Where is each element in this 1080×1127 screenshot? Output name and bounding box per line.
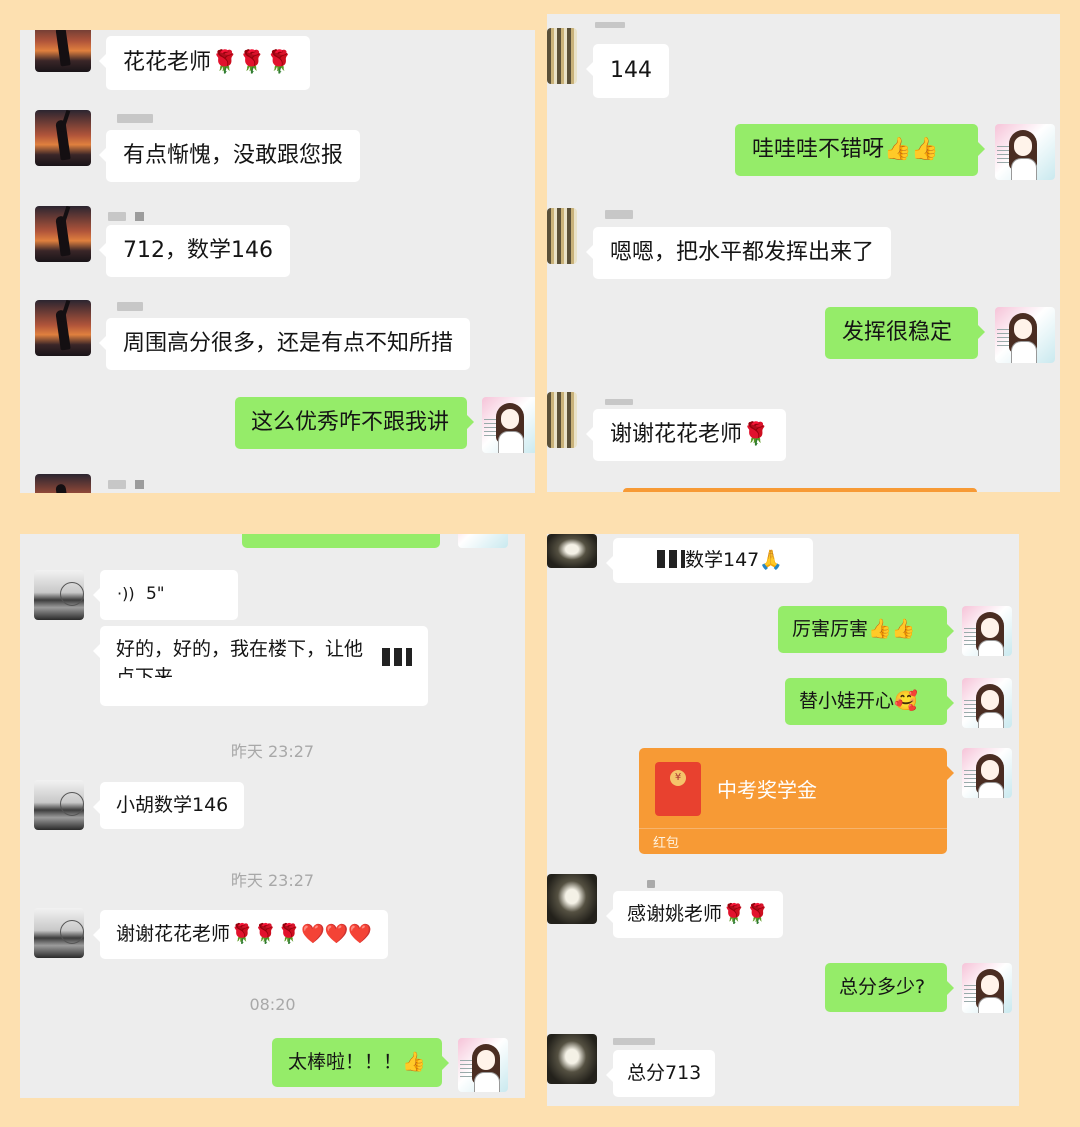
my-avatar[interactable]	[482, 397, 535, 453]
my-avatar[interactable]	[962, 606, 1012, 656]
my-avatar[interactable]	[962, 963, 1012, 1013]
message-text: 数学147🙏	[685, 549, 783, 571]
mosaic-censor	[657, 550, 685, 568]
voice-wave-icon: ·))	[117, 584, 135, 603]
contact-avatar[interactable]	[34, 780, 84, 830]
nickname-blurred	[135, 480, 144, 489]
nickname-blurred	[117, 302, 143, 311]
chat-screenshot-2: 144 哇哇哇不错呀👍👍 嗯嗯，把水平都发挥出来了 发挥很稳定 谢谢花花老师🌹	[547, 14, 1060, 492]
contact-avatar[interactable]	[34, 570, 84, 620]
contact-avatar[interactable]	[547, 534, 597, 568]
nickname-blurred	[605, 210, 633, 219]
voice-text-line: 好的，好的，我在楼下，让他	[116, 638, 364, 660]
voice-duration: 5"	[145, 584, 165, 604]
divider	[639, 828, 947, 829]
voice-message[interactable]: ·)) 5"	[93, 570, 238, 620]
incoming-message: 有点惭愧，没敢跟您报	[98, 130, 361, 183]
contact-avatar[interactable]	[35, 300, 91, 356]
my-avatar[interactable]	[962, 678, 1012, 728]
incoming-message: 谢谢花花老师🌹	[585, 409, 787, 462]
incoming-message: 花花老师🌹🌹🌹	[98, 36, 311, 91]
contact-avatar[interactable]	[35, 474, 91, 493]
outgoing-message: 哇哇哇不错呀👍👍	[735, 124, 985, 177]
outgoing-message: 发挥很稳定	[825, 307, 985, 360]
chat-screenshot-1: 花花老师🌹🌹🌹 有点惭愧，没敢跟您报 712，数学146 周围高分很多，还是有点…	[20, 30, 535, 493]
voice-text-line: 点下来	[116, 665, 174, 678]
contact-avatar[interactable]	[547, 392, 577, 448]
my-avatar[interactable]	[458, 534, 508, 548]
outgoing-message: 总分多少?	[825, 963, 954, 1012]
nickname-blurred	[108, 212, 126, 221]
outgoing-message-partial	[242, 534, 440, 548]
timestamp: 08:20	[249, 995, 296, 1014]
nickname-blurred	[605, 399, 633, 405]
incoming-message: 总分713	[605, 1050, 716, 1097]
contact-avatar[interactable]	[547, 1034, 597, 1084]
contact-avatar[interactable]	[35, 110, 91, 166]
nickname-blurred	[108, 480, 126, 489]
outgoing-message: 替小娃开心🥰	[785, 678, 954, 725]
incoming-message: 数学147🙏	[606, 538, 813, 583]
incoming-message: 谢谢花花老师🌹🌹🌹❤️❤️❤️	[93, 910, 388, 959]
contact-avatar[interactable]	[34, 908, 84, 958]
timestamp: 昨天 23:27	[230, 742, 315, 761]
contact-avatar[interactable]	[35, 206, 91, 262]
voice-to-text: 好的，好的，我在楼下，让他 点下来	[93, 626, 428, 706]
nickname-blurred	[117, 114, 153, 123]
incoming-message: 周围高分很多，还是有点不知所措	[98, 318, 471, 371]
incoming-message: 144	[586, 44, 669, 99]
incoming-message: 712，数学146	[99, 225, 290, 278]
nickname-blurred	[613, 1038, 655, 1045]
coin-icon: ¥	[670, 770, 686, 786]
red-envelope-icon: ¥	[655, 762, 701, 816]
timestamp: 昨天 23:27	[230, 871, 315, 890]
nickname-blurred	[595, 22, 625, 28]
red-packet-label: 红包	[653, 836, 680, 851]
contact-avatar[interactable]	[547, 28, 577, 84]
nickname-blurred	[135, 212, 144, 221]
outgoing-message: 厉害厉害👍👍	[778, 606, 954, 653]
contact-avatar[interactable]	[547, 874, 597, 924]
contact-avatar[interactable]	[547, 208, 577, 264]
chat-screenshot-3: ·)) 5" 好的，好的，我在楼下，让他 点下来 昨天 23:27 小胡数学14…	[20, 534, 525, 1098]
mosaic-censor	[382, 648, 412, 666]
incoming-message: 小胡数学146	[92, 782, 245, 829]
my-avatar[interactable]	[995, 124, 1055, 180]
red-packet-partial	[623, 488, 977, 492]
incoming-message: 嗯嗯，把水平都发挥出来了	[585, 227, 892, 280]
outgoing-message: 太棒啦！！！👍	[272, 1038, 449, 1087]
contact-avatar[interactable]	[35, 30, 91, 72]
chat-screenshot-4: 数学147🙏 厉害厉害👍👍 替小娃开心🥰 ¥ 中考奖学金 红包 感谢姚老师🌹🌹 …	[547, 534, 1019, 1106]
my-avatar[interactable]	[458, 1038, 508, 1092]
nickname-blurred	[647, 880, 655, 888]
red-packet-title: 中考奖学金	[717, 778, 817, 802]
red-packet-message[interactable]: ¥ 中考奖学金 红包	[639, 748, 954, 854]
my-avatar[interactable]	[995, 307, 1055, 363]
outgoing-message: 这么优秀咋不跟我讲	[235, 397, 474, 450]
my-avatar[interactable]	[962, 748, 1012, 798]
incoming-message: 感谢姚老师🌹🌹	[605, 891, 784, 938]
